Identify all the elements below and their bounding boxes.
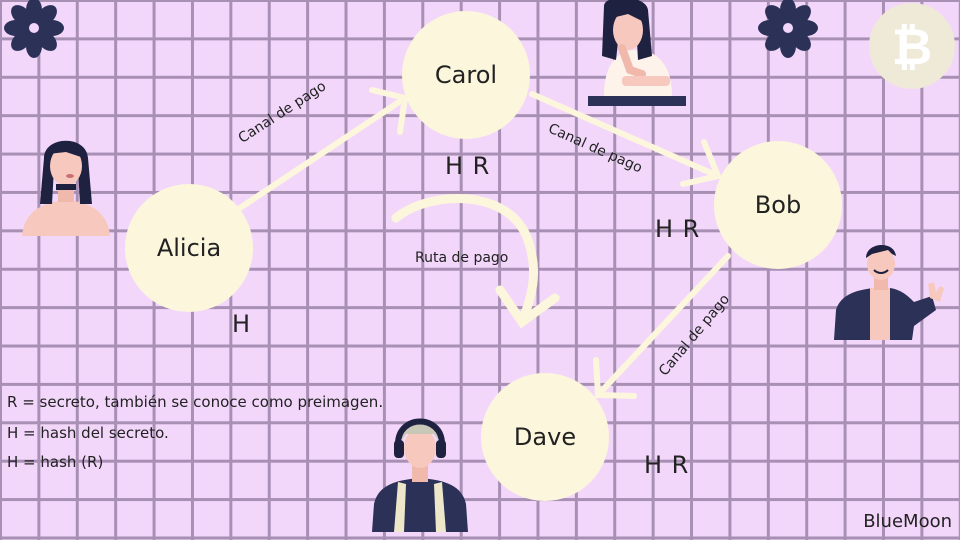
diagram-canvas: ₿ Alicia Carol Bob Dave Canal de pago Ca…	[0, 0, 960, 540]
node-carol: Carol	[402, 11, 530, 139]
brand-signature: BlueMoon	[863, 511, 952, 532]
node-dave: Dave	[481, 373, 609, 501]
avatar-woman-left	[22, 140, 110, 236]
flower-icon	[4, 0, 64, 58]
legend-line-2: H = hash del secreto.	[7, 424, 169, 442]
legend-line-1: R = secreto, también se conoce como prei…	[7, 393, 384, 411]
node-mark-dave: H R	[644, 451, 690, 479]
legend-line-3: H = hash (R)	[7, 453, 104, 471]
node-label-alicia: Alicia	[156, 234, 222, 262]
flower-icon	[758, 0, 818, 58]
node-mark-alicia: H	[232, 310, 252, 338]
edge-label-payment-route: Ruta de pago	[415, 250, 509, 266]
node-label-bob: Bob	[754, 191, 802, 219]
avatar-woman-top	[588, 0, 686, 106]
bitcoin-coin-icon: ₿	[869, 3, 955, 89]
node-label-carol: Carol	[434, 61, 498, 89]
avatar-man-headphones	[372, 418, 468, 532]
arrow-alicia-carol	[237, 87, 409, 211]
node-mark-bob: H R	[655, 215, 701, 243]
avatar-man-waving	[834, 244, 944, 340]
node-mark-carol: H R	[445, 152, 491, 180]
node-label-dave: Dave	[513, 423, 577, 451]
node-alicia: Alicia	[125, 184, 253, 312]
node-bob: Bob	[714, 141, 842, 269]
svg-text:₿: ₿	[892, 18, 933, 76]
